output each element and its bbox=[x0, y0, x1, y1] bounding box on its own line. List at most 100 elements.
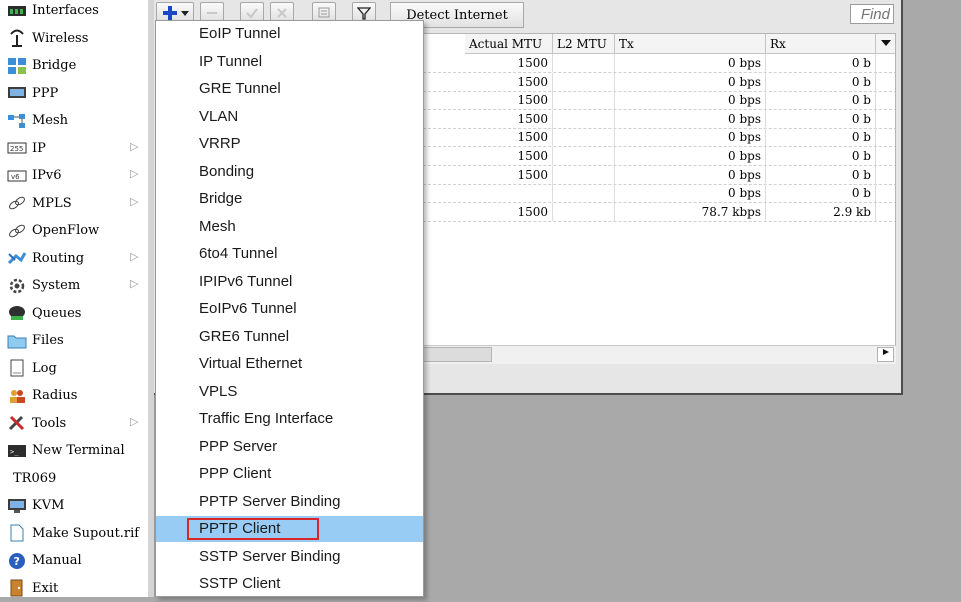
menu-item-eoip-tunnel[interactable]: EoIP Tunnel bbox=[156, 21, 423, 47]
column-header-tx[interactable]: Tx bbox=[615, 34, 766, 54]
menu-item-bonding[interactable]: Bonding bbox=[156, 159, 423, 185]
chevron-down-icon bbox=[881, 40, 891, 46]
column-chooser-button[interactable] bbox=[876, 34, 895, 54]
plus-icon bbox=[163, 6, 189, 20]
menu-item-label: VLAN bbox=[199, 107, 239, 125]
table-row[interactable]: 1500 0 bps 0 b bbox=[423, 128, 895, 148]
menu-item-vlan[interactable]: VLAN bbox=[156, 104, 423, 130]
menu-item-pptp-client[interactable]: PPTP Client bbox=[156, 516, 423, 542]
column-header-rx[interactable]: Rx bbox=[766, 34, 876, 54]
cell-tx: 0 bps bbox=[615, 165, 766, 184]
find-input[interactable] bbox=[850, 4, 894, 24]
menu-item-vrrp[interactable]: VRRP bbox=[156, 131, 423, 157]
column-header-l2-mtu[interactable]: L2 MTU bbox=[553, 34, 615, 54]
menu-item-virtual-ethernet[interactable]: Virtual Ethernet bbox=[156, 351, 423, 377]
sidebar-item-system[interactable]: System ▷ bbox=[0, 272, 148, 299]
menu-item-label: Virtual Ethernet bbox=[199, 355, 303, 372]
sidebar-item-exit[interactable]: Exit bbox=[0, 575, 148, 602]
table-row[interactable]: 1500 0 bps 0 b bbox=[423, 72, 895, 92]
menu-item-label: Bridge bbox=[199, 190, 243, 207]
menu-item-vpls[interactable]: VPLS bbox=[156, 379, 423, 405]
cell-tx: 0 bps bbox=[615, 128, 766, 147]
sidebar-item-tools[interactable]: Tools ▷ bbox=[0, 410, 148, 437]
menu-item-sstp-client[interactable]: SSTP Client bbox=[156, 571, 423, 597]
filter-icon bbox=[357, 7, 371, 20]
cell-rx: 0 b bbox=[766, 128, 876, 147]
sidebar-item-queues[interactable]: Queues bbox=[0, 300, 148, 327]
comment-icon bbox=[318, 7, 330, 18]
sidebar-item-manual[interactable]: ? Manual bbox=[0, 547, 148, 574]
menu-item-label: EoIPv6 Tunnel bbox=[199, 300, 297, 317]
arrow-right-icon bbox=[882, 349, 889, 355]
sidebar-item-kvm[interactable]: KVM bbox=[0, 492, 148, 519]
menu-item-label: PPTP Server Binding bbox=[199, 492, 341, 510]
sidebar-item-new-terminal[interactable]: >_ New Terminal bbox=[0, 437, 148, 464]
sidebar-item-bridge[interactable]: Bridge bbox=[0, 52, 148, 79]
table-row[interactable]: 1500 0 bps 0 b bbox=[423, 109, 895, 129]
menu-item-eoipv6-tunnel[interactable]: EoIPv6 Tunnel bbox=[156, 296, 423, 322]
scroll-right-button[interactable] bbox=[877, 347, 894, 362]
sidebar-item-label: Wireless bbox=[32, 30, 89, 46]
cell-l2-mtu bbox=[553, 54, 615, 72]
system-gear-icon bbox=[7, 277, 27, 295]
sidebar-item-ppp[interactable]: PPP bbox=[0, 80, 148, 107]
cell-tx: 78.7 kbps bbox=[615, 202, 766, 221]
sidebar-menu: Interfaces Wireless Bridge PPP Mesh 255 IP ▷ v6 I… bbox=[0, 0, 149, 597]
menu-item-traffic-eng-interface[interactable]: Traffic Eng Interface bbox=[156, 406, 423, 432]
svg-text:v6: v6 bbox=[11, 173, 20, 181]
sidebar-item-wireless[interactable]: Wireless bbox=[0, 25, 148, 52]
menu-item-label: EoIP Tunnel bbox=[199, 25, 281, 42]
cross-icon bbox=[277, 8, 287, 18]
sidebar-item-files[interactable]: Files bbox=[0, 327, 148, 354]
menu-item-ppp-client[interactable]: PPP Client bbox=[156, 461, 423, 487]
sidebar-item-label: KVM bbox=[32, 498, 65, 513]
sidebar-item-ip[interactable]: 255 IP ▷ bbox=[0, 135, 148, 162]
menu-item-ppp-server[interactable]: PPP Server bbox=[156, 434, 423, 460]
column-header-actual-mtu[interactable]: Actual MTU bbox=[465, 34, 553, 54]
menu-item-ipipv6-tunnel[interactable]: IPIPv6 Tunnel bbox=[156, 269, 423, 295]
sidebar-item-label: Exit bbox=[32, 580, 59, 596]
table-row[interactable]: 1500 78.7 kbps 2.9 kb bbox=[423, 202, 895, 222]
menu-item-sstp-server-binding[interactable]: SSTP Server Binding bbox=[156, 544, 423, 570]
table-row[interactable]: 1500 0 bps 0 b bbox=[423, 91, 895, 111]
menu-item-gre-tunnel[interactable]: GRE Tunnel bbox=[156, 76, 423, 102]
sidebar-item-ipv6[interactable]: v6 IPv6 ▷ bbox=[0, 162, 148, 189]
cell-rx: 0 b bbox=[766, 91, 876, 110]
menu-item-pptp-server-binding[interactable]: PPTP Server Binding bbox=[156, 489, 423, 515]
sidebar-item-openflow[interactable]: OpenFlow bbox=[0, 217, 148, 244]
sidebar-item-mesh[interactable]: Mesh bbox=[0, 107, 148, 134]
routing-icon bbox=[7, 249, 27, 267]
table-row[interactable]: 0 bps 0 b bbox=[423, 184, 895, 204]
submenu-arrow-icon: ▷ bbox=[130, 167, 139, 180]
sidebar-item-routing[interactable]: Routing ▷ bbox=[0, 245, 148, 272]
menu-item-6to4-tunnel[interactable]: 6to4 Tunnel bbox=[156, 241, 423, 267]
queues-icon bbox=[7, 304, 27, 322]
horizontal-scrollbar[interactable] bbox=[422, 345, 896, 364]
scrollbar-thumb[interactable] bbox=[422, 347, 492, 362]
menu-item-label: IPIPv6 Tunnel bbox=[199, 272, 293, 290]
menu-item-label: PPP Server bbox=[199, 437, 278, 455]
sidebar-item-label: Make Supout.rif bbox=[32, 525, 140, 541]
menu-item-mesh[interactable]: Mesh bbox=[156, 214, 423, 240]
table-row[interactable]: 1500 0 bps 0 b bbox=[423, 165, 895, 185]
sidebar-item-tr069[interactable]: TR069 bbox=[0, 465, 148, 492]
table-row[interactable]: 1500 0 bps 0 b bbox=[423, 54, 895, 73]
openflow-icon bbox=[7, 222, 27, 240]
sidebar-item-log[interactable]: Log bbox=[0, 355, 148, 382]
table-row[interactable]: 1500 0 bps 0 b bbox=[423, 147, 895, 166]
sidebar-item-interfaces[interactable]: Interfaces bbox=[0, 0, 148, 24]
cell-tx: 0 bps bbox=[615, 147, 766, 165]
ip-icon: 255 bbox=[7, 139, 27, 157]
sidebar-item-mpls[interactable]: MPLS ▷ bbox=[0, 190, 148, 217]
menu-item-gre6-tunnel[interactable]: GRE6 Tunnel bbox=[156, 324, 423, 350]
menu-item-bridge[interactable]: Bridge bbox=[156, 186, 423, 212]
sidebar-item-make-supout-rif[interactable]: Make Supout.rif bbox=[0, 520, 148, 547]
submenu-arrow-icon: ▷ bbox=[130, 249, 139, 263]
help-icon: ? bbox=[7, 552, 27, 570]
submenu-arrow-icon: ▷ bbox=[130, 277, 139, 290]
menu-item-label: GRE Tunnel bbox=[199, 80, 281, 97]
sidebar-item-radius[interactable]: Radius bbox=[0, 382, 148, 409]
menu-item-ip-tunnel[interactable]: IP Tunnel bbox=[156, 49, 423, 75]
cell-actual-mtu: 1500 bbox=[465, 72, 553, 91]
cell-l2-mtu bbox=[553, 184, 615, 203]
